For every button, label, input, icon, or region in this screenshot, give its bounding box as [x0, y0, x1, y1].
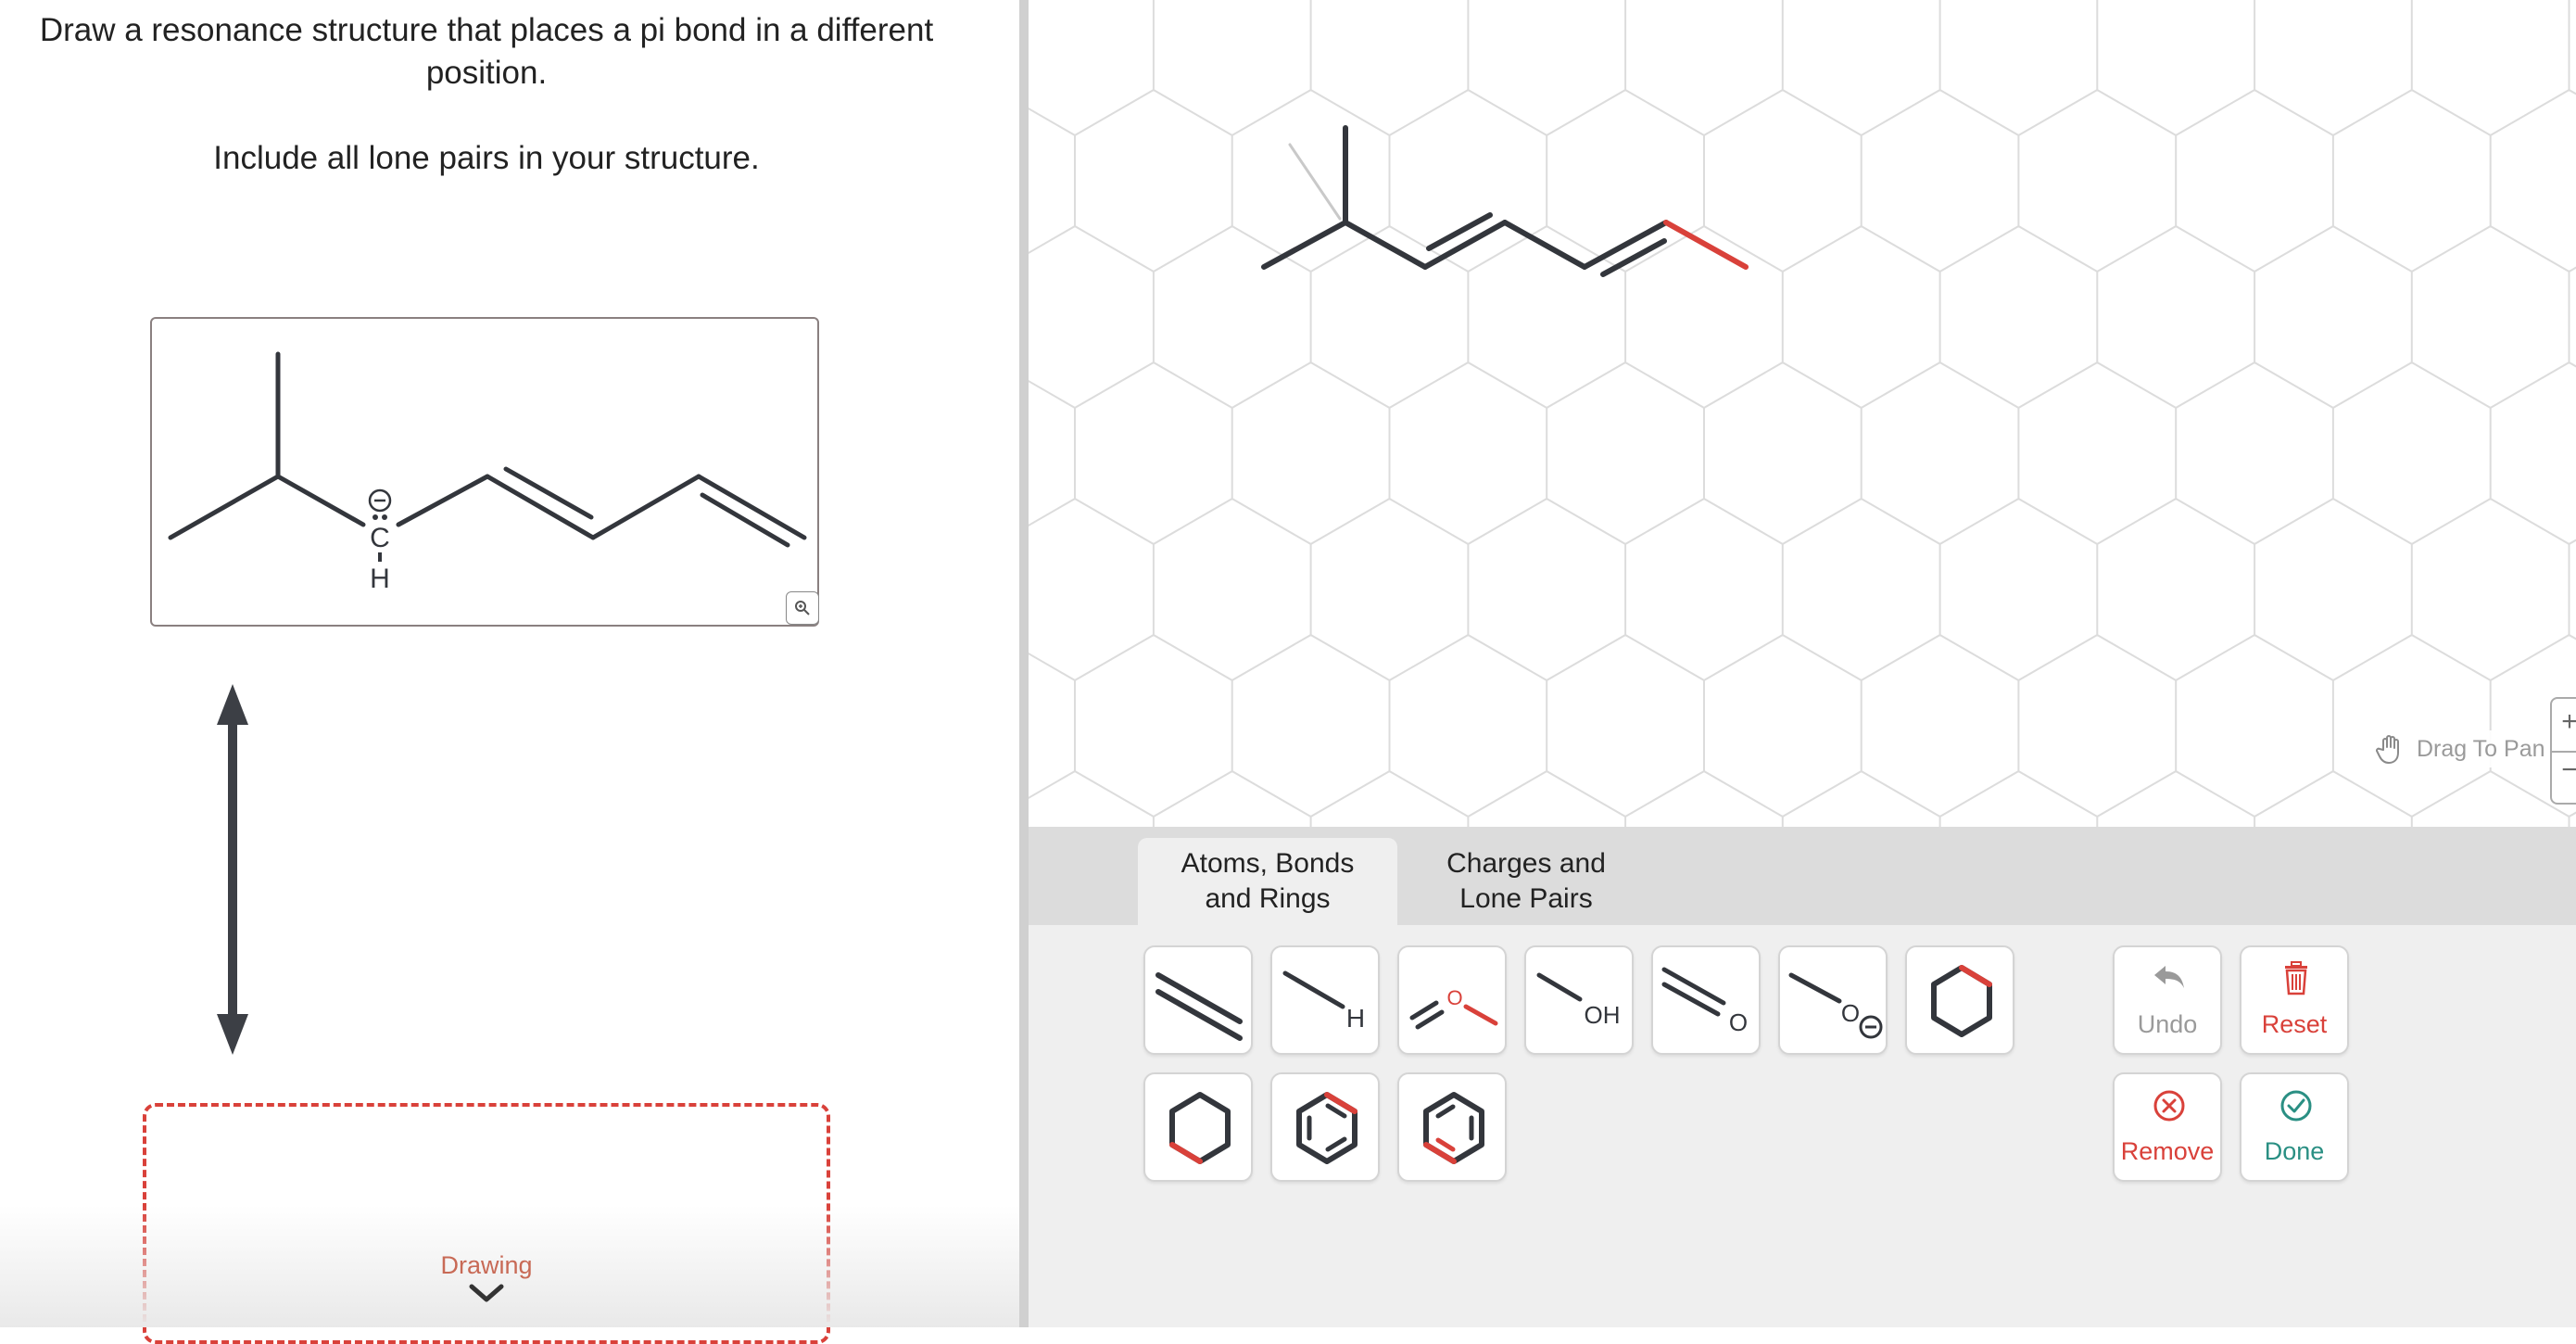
svg-text:O: O	[1729, 1008, 1748, 1036]
drag-to-pan-label: Drag To Pan	[2417, 735, 2545, 762]
hydroxyl-icon: OH	[1536, 972, 1621, 1029]
remove-icon	[2153, 1090, 2185, 1122]
svg-text:H: H	[1346, 1004, 1365, 1033]
cyclohexane-ring-icon	[1169, 1092, 1231, 1164]
bond	[1426, 212, 1493, 251]
reset-button[interactable]: Reset	[2240, 945, 2349, 1055]
hydroxyl-tool[interactable]: OH	[1524, 945, 1634, 1055]
svg-text:O: O	[1841, 999, 1860, 1027]
drag-to-pan-hint: Drag To Pan	[2370, 730, 2551, 767]
done-button[interactable]: Done	[2240, 1072, 2349, 1182]
question-instruction: Include all lone pairs in your structure…	[213, 140, 760, 176]
drawing-canvas[interactable]: Drag To Pan + −	[1029, 0, 2576, 827]
benzene-tool[interactable]	[1270, 1072, 1380, 1182]
bond	[696, 474, 807, 540]
bond	[396, 474, 490, 527]
drawing-toggle-label[interactable]: Drawing	[398, 1251, 575, 1280]
given-molecule: C H	[168, 351, 807, 594]
bond-to-hydrogen-icon: H	[1282, 970, 1365, 1033]
zoom-structure-button[interactable]	[786, 591, 819, 625]
remove-label: Remove	[2120, 1137, 2215, 1165]
double-bond-tool[interactable]	[1143, 945, 1253, 1055]
given-structure-box: C H	[150, 317, 819, 627]
cyclohexane-icon	[1931, 965, 1992, 1037]
svg-text:OH: OH	[1585, 1001, 1621, 1029]
hydrogen-bond-tool[interactable]: H	[1270, 945, 1380, 1055]
cyclohexane-ring-tool[interactable]	[1143, 1072, 1253, 1182]
hand-icon	[2376, 735, 2399, 764]
editor-panel: Drag To Pan + − Atoms, Bonds and Rings Ch…	[1029, 0, 2576, 1327]
carbanion-atom-label: C	[370, 523, 390, 553]
benzene-icon	[1296, 1092, 1357, 1164]
bond	[275, 474, 366, 527]
svg-text:O: O	[1446, 986, 1462, 1009]
bond	[168, 474, 281, 540]
tab-charges-lone-pairs[interactable]: Charges and Lone Pairs	[1410, 838, 1642, 925]
panel-divider[interactable]	[1019, 0, 1029, 1327]
reset-label: Reset	[2261, 1010, 2328, 1038]
bond-selected	[1663, 220, 1749, 270]
undo-icon	[2154, 966, 2184, 988]
benzene-alt-icon	[1423, 1092, 1484, 1164]
carbonyl-icon: O	[1661, 967, 1748, 1036]
question-panel: Draw a resonance structure that places a…	[0, 0, 1019, 1344]
drawn-molecule[interactable]	[1029, 0, 2576, 827]
hydrogen-atom-label: H	[370, 564, 390, 594]
carbonyl-tool[interactable]: O	[1651, 945, 1761, 1055]
bond	[1261, 220, 1348, 270]
lone-pair-dot	[373, 514, 378, 520]
tab-atoms-bonds-rings[interactable]: Atoms, Bonds and Rings	[1138, 838, 1397, 925]
undo-label: Undo	[2137, 1010, 2198, 1038]
check-circle-icon	[2280, 1090, 2312, 1122]
zoom-control: + −	[2550, 697, 2576, 805]
bond	[1600, 238, 1667, 277]
alkoxide-icon: O	[1788, 972, 1883, 1039]
benzene-alt-tool[interactable]	[1397, 1072, 1507, 1182]
toolbar-area: Atoms, Bonds and Rings Charges and Lone Pa…	[1029, 827, 2576, 1327]
remove-button[interactable]: Remove	[2113, 1072, 2222, 1182]
cyclohexane-tool[interactable]	[1905, 945, 2014, 1055]
bond	[1343, 220, 1428, 270]
zoom-in-button[interactable]: +	[2552, 706, 2576, 749]
bond	[1502, 220, 1587, 270]
trash-icon	[2285, 961, 2307, 995]
bond	[590, 474, 701, 540]
question-prompt: Draw a resonance structure that places a…	[39, 12, 934, 91]
magnifier-icon	[795, 601, 810, 615]
resonance-arrow-icon	[217, 684, 248, 1055]
bond-hover-guide	[1288, 143, 1342, 221]
double-bond-icon	[1155, 972, 1243, 1041]
vinyl-ether-icon: O	[1409, 986, 1498, 1030]
chevron-down-icon[interactable]	[468, 1283, 505, 1305]
zoom-out-button[interactable]: −	[2552, 754, 2576, 797]
alkoxide-tool[interactable]: O	[1778, 945, 1888, 1055]
lone-pair-dot	[382, 514, 387, 520]
tool-tabs: Atoms, Bonds and Rings Charges and Lone Pa…	[1029, 827, 2576, 925]
done-label: Done	[2264, 1137, 2325, 1165]
vinyl-ether-tool[interactable]: O	[1397, 945, 1507, 1055]
undo-button[interactable]: Undo	[2113, 945, 2222, 1055]
